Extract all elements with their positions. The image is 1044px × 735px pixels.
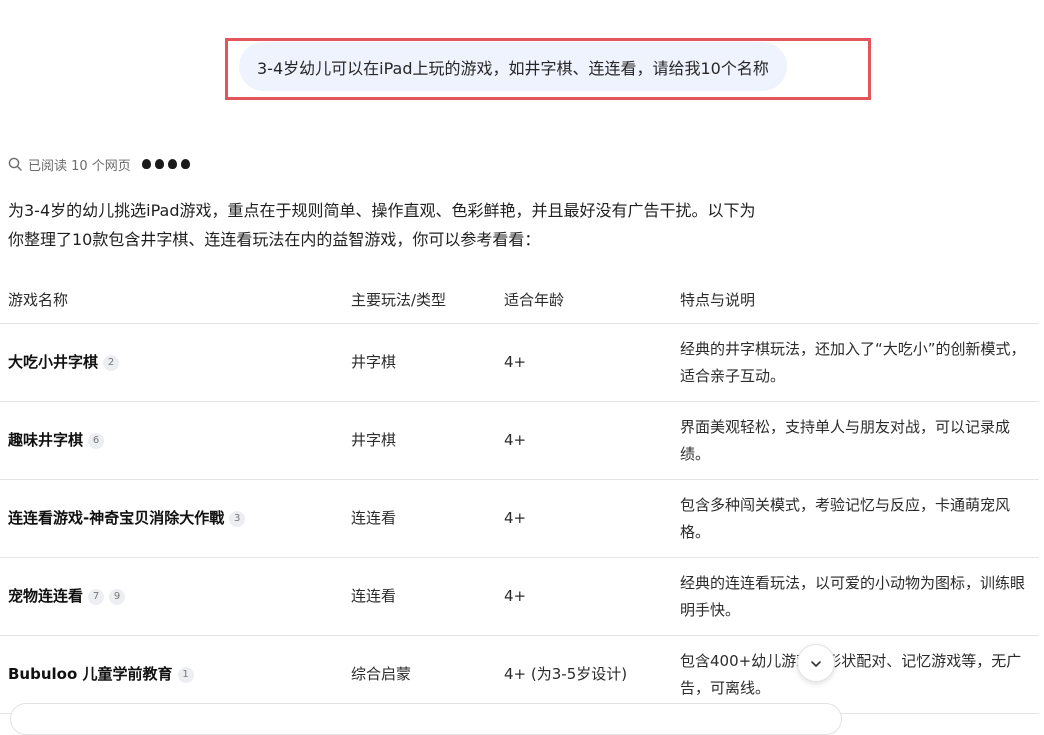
apple-icon <box>179 158 191 170</box>
table-header-row: 游戏名称 主要玩法/类型 适合年龄 特点与说明 <box>0 275 1039 324</box>
game-age-cell: 4+ <box>504 557 680 636</box>
search-icon <box>8 157 22 171</box>
game-name-cell: 宠物连连看 7 9 <box>0 557 351 636</box>
user-message-bubble: 3-4岁幼儿可以在iPad上玩的游戏，如井字棋、连连看，请给我10个名称 <box>239 42 787 91</box>
game-type-cell: 井字棋 <box>351 401 504 480</box>
intro-line: 你整理了10款包含井字棋、连连看玩法在内的益智游戏，你可以参考看看： <box>8 230 541 249</box>
header-type: 主要玩法/类型 <box>351 275 504 324</box>
apple-icon <box>166 158 178 170</box>
citation-badge[interactable]: 6 <box>88 432 105 449</box>
citation-badge[interactable]: 9 <box>109 588 126 605</box>
header-age: 适合年龄 <box>504 275 680 324</box>
source-icons[interactable] <box>140 158 191 170</box>
citation-badge[interactable]: 2 <box>103 354 120 371</box>
game-name: 宠物连连看 <box>8 587 84 605</box>
game-desc-cell: 经典的井字棋玩法，还加入了“大吃小”的创新模式，适合亲子互动。 <box>680 323 1039 402</box>
game-name-cell: Bubuloo 儿童学前教育 1 <box>0 635 351 714</box>
apple-icon <box>153 158 165 170</box>
citation-badge[interactable]: 7 <box>88 588 105 605</box>
game-name: Bubuloo 儿童学前教育 <box>8 665 173 683</box>
header-game-name: 游戏名称 <box>0 275 351 324</box>
game-age-cell: 4+ <box>504 323 680 402</box>
game-name: 趣味井字棋 <box>8 431 84 449</box>
game-type-cell: 连连看 <box>351 479 504 558</box>
game-name-cell: 大吃小井字棋 2 <box>0 323 351 402</box>
game-type-cell: 综合启蒙 <box>351 635 504 714</box>
game-name: 连连看游戏-神奇宝贝消除大作戰 <box>8 509 225 527</box>
citation-badge[interactable]: 3 <box>229 510 246 527</box>
intro-line: 为3-4岁的幼儿挑选iPad游戏，重点在于规则简单、操作直观、色彩鲜艳，并且最好… <box>8 201 756 220</box>
game-desc-cell: 包含多种闯关模式，考验记忆与反应，卡通萌宠风格。 <box>680 479 1039 558</box>
game-name: 大吃小井字棋 <box>8 353 99 371</box>
chat-input-box[interactable] <box>10 703 842 735</box>
game-age-cell: 4+ <box>504 479 680 558</box>
games-table: 游戏名称 主要玩法/类型 适合年龄 特点与说明 大吃小井字棋 2 井字棋 4+ 经典的井… <box>0 275 1039 714</box>
game-desc-cell: 经典的连连看玩法，以可爱的小动物为图标，训练眼明手快。 <box>680 557 1039 636</box>
header-features: 特点与说明 <box>680 275 1039 324</box>
game-type-cell: 井字棋 <box>351 323 504 402</box>
game-desc-cell: 包含400+幼儿游戏，形状配对、记忆游戏等，无广告，可离线。 <box>680 635 1039 714</box>
table-row: Bubuloo 儿童学前教育 1 综合启蒙 4+ (为3-5岁设计) 包含400+幼儿游… <box>0 635 1039 714</box>
table-row: 连连看游戏-神奇宝贝消除大作戰 3 连连看 4+ 包含多种闯关模式，考验记忆与反应，卡通… <box>0 479 1039 558</box>
table-row: 宠物连连看 7 9 连连看 4+ 经典的连连看玩法，以可爱的小动物为图标，训练眼明手快。 <box>0 557 1039 636</box>
apple-icon <box>140 158 152 170</box>
intro-paragraph: 为3-4岁的幼儿挑选iPad游戏，重点在于规则简单、操作直观、色彩鲜艳，并且最好… <box>8 196 848 254</box>
citation-badge[interactable]: 1 <box>177 666 194 683</box>
game-type-cell: 连连看 <box>351 557 504 636</box>
reading-status-text: 已阅读 10 个网页 <box>28 158 131 174</box>
game-age-cell: 4+ (为3-5岁设计) <box>504 635 680 714</box>
game-name-cell: 趣味井字棋 6 <box>0 401 351 480</box>
sources-read-toggle[interactable]: 已阅读 10 个网页 <box>8 154 191 174</box>
game-name-cell: 连连看游戏-神奇宝贝消除大作戰 3 <box>0 479 351 558</box>
table-row: 大吃小井字棋 2 井字棋 4+ 经典的井字棋玩法，还加入了“大吃小”的创新模式，适合亲子… <box>0 323 1039 402</box>
table-row: 趣味井字棋 6 井字棋 4+ 界面美观轻松，支持单人与朋友对战，可以记录成绩。 <box>0 401 1039 480</box>
user-message-text: 3-4岁幼儿可以在iPad上玩的游戏，如井字棋、连连看，请给我10个名称 <box>257 58 769 78</box>
scroll-down-button[interactable] <box>797 644 835 682</box>
chevron-down-icon <box>809 654 823 673</box>
game-desc-cell: 界面美观轻松，支持单人与朋友对战，可以记录成绩。 <box>680 401 1039 480</box>
game-age-cell: 4+ <box>504 401 680 480</box>
